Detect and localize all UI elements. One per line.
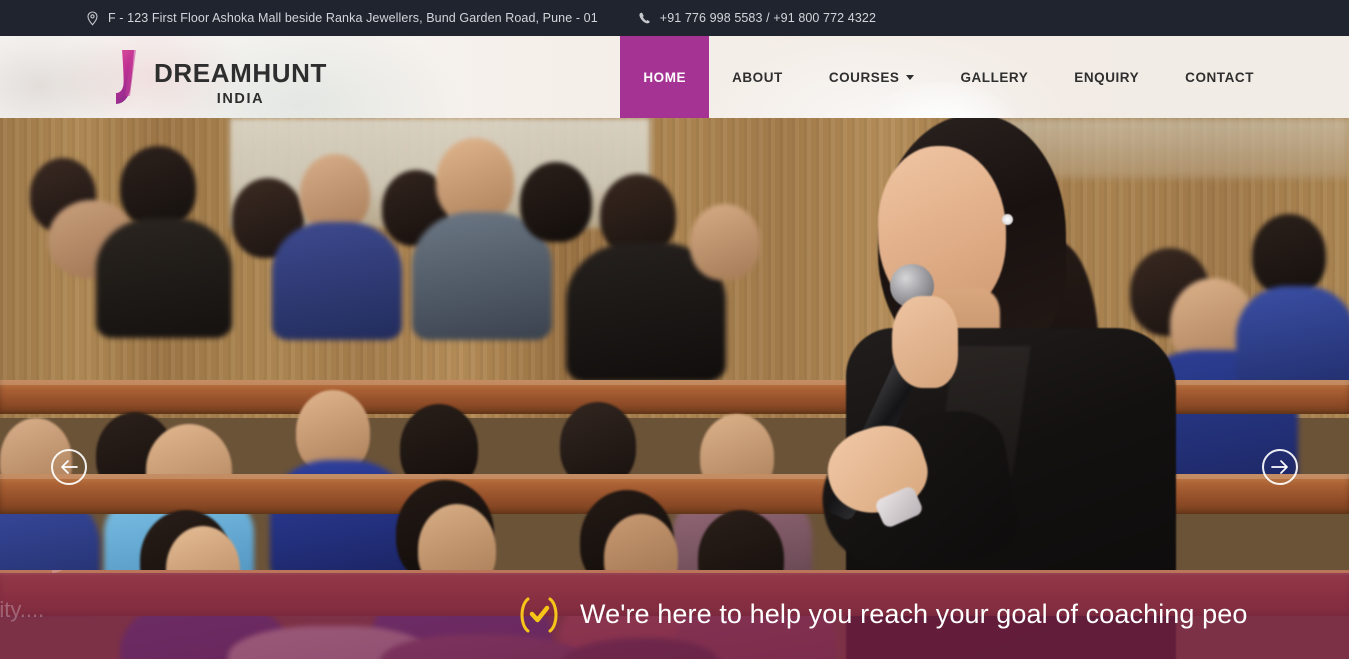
carousel-next-button[interactable] [1262, 449, 1298, 485]
phone-block[interactable]: +91 776 998 5583 / +91 800 772 4322 [638, 11, 876, 26]
dreamhunt-logo-icon [86, 48, 148, 106]
address-block: F - 123 First Floor Ashoka Mall beside R… [86, 10, 598, 26]
carousel-prev-button[interactable] [51, 449, 87, 485]
address-text: F - 123 First Floor Ashoka Mall beside R… [108, 11, 598, 25]
page-root: F - 123 First Floor Ashoka Mall beside R… [0, 0, 1349, 659]
site-logo[interactable]: DREAMHUNT INDIA [86, 48, 327, 107]
map-pin-icon [86, 10, 99, 26]
brand-name: DREAMHUNT [154, 58, 327, 88]
nav-label-enquiry: ENQUIRY [1074, 69, 1140, 85]
nav-label-about: ABOUT [732, 69, 783, 85]
arrow-left-icon [59, 459, 79, 475]
hero-carousel: HUNT eality.... We're here to help you r… [0, 118, 1349, 659]
nav-item-about[interactable]: ABOUT [709, 36, 806, 118]
nav-label-home: HOME [643, 69, 687, 85]
nav-label-gallery: GALLERY [960, 69, 1029, 85]
arrow-right-icon [1270, 459, 1290, 475]
banner-caption-text: We're here to help you reach your goal o… [580, 599, 1248, 629]
brand-sub: INDIA [216, 91, 265, 107]
phone-icon [638, 11, 651, 26]
watermark-tagline: eality.... [0, 597, 45, 622]
nav-label-courses: COURSES [828, 69, 900, 85]
nav-item-enquiry[interactable]: ENQUIRY [1051, 36, 1162, 118]
nav-item-courses[interactable]: COURSES [806, 36, 938, 118]
nav-label-contact: CONTACT [1185, 69, 1254, 85]
chevron-down-icon [906, 74, 915, 80]
check-mark-icon [516, 595, 562, 635]
hero-caption-banner: HUNT eality.... We're here to help you r… [0, 570, 1349, 659]
site-header: DREAMHUNT INDIA Transforming Dreams into… [0, 36, 1349, 118]
main-navigation: HOME ABOUT COURSES GALLERY ENQUIRY CONTA… [620, 36, 1349, 118]
nav-item-gallery[interactable]: GALLERY [937, 36, 1051, 118]
nav-item-home[interactable]: HOME [620, 36, 710, 118]
banner-accent-line [0, 570, 1349, 573]
top-contact-bar: F - 123 First Floor Ashoka Mall beside R… [0, 0, 1349, 36]
phone-text: +91 776 998 5583 / +91 800 772 4322 [659, 11, 876, 25]
nav-item-contact[interactable]: CONTACT [1162, 36, 1277, 118]
nav-right-spacer [1277, 36, 1349, 118]
logo-watermark: HUNT eality.... [0, 570, 244, 659]
